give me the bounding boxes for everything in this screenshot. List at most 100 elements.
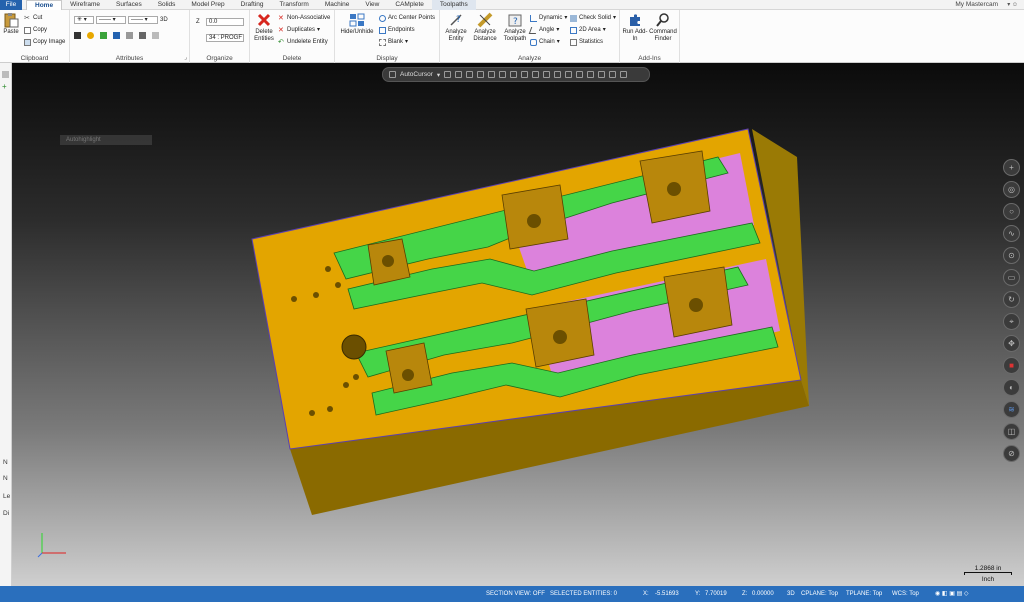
status-view-icons[interactable]: ◉ ◧ ▣ ▤ ◇ xyxy=(935,586,969,602)
quick-tool-clear-icon[interactable]: ⊘ xyxy=(1003,445,1020,462)
mode-3d-toggle[interactable]: 3D xyxy=(160,16,168,24)
red-x-icon xyxy=(257,13,271,27)
snap-icon-16[interactable] xyxy=(609,71,617,78)
analyze-entity-button[interactable]: ? Analyze Entity xyxy=(442,12,470,43)
tab-toolpaths[interactable]: Toolpaths xyxy=(431,0,476,10)
quick-tool-measure-icon[interactable]: ⌖ xyxy=(1003,313,1020,330)
autocursor-icon[interactable] xyxy=(389,71,396,78)
endpoints-button[interactable]: Endpoints xyxy=(379,26,415,34)
blank-button[interactable]: Blank ▾ xyxy=(379,38,408,46)
tab-solids[interactable]: Solids xyxy=(150,0,184,10)
tab-wireframe[interactable]: Wireframe xyxy=(62,0,108,10)
quick-tool-pan-icon[interactable]: ✥ xyxy=(1003,335,1020,352)
ribbon-collapse-icon[interactable]: ▾ ☺ xyxy=(1007,1,1018,8)
autocursor-label[interactable]: AutoCursor xyxy=(400,71,433,78)
quick-tool-rotate-icon[interactable]: ↻ xyxy=(1003,291,1020,308)
snap-icon-12[interactable] xyxy=(565,71,573,78)
snap-icon-15[interactable] xyxy=(598,71,606,78)
tab-view[interactable]: View xyxy=(357,0,387,10)
left-tab-levels[interactable]: Le xyxy=(3,493,10,500)
copy-image-button[interactable]: Copy Image xyxy=(24,38,65,46)
arc-center-points-button[interactable]: Arc Center Points xyxy=(379,14,435,22)
solid-color-icon[interactable] xyxy=(100,32,107,39)
run-addin-button[interactable]: Run Add-In xyxy=(622,12,648,43)
snap-icon-10[interactable] xyxy=(543,71,551,78)
surface-color-icon[interactable] xyxy=(87,32,94,39)
check-solid-button[interactable]: Check Solid ▾ xyxy=(570,14,616,22)
set-all-icon[interactable] xyxy=(139,32,146,39)
line-style-select[interactable]: —— ▾ xyxy=(96,16,126,24)
point-style-select[interactable]: ✳ ▾ xyxy=(74,16,94,24)
level-select[interactable]: 34 : PROGF xyxy=(206,34,244,42)
z-depth-input[interactable]: 0.0 xyxy=(206,18,244,26)
tab-drafting[interactable]: Drafting xyxy=(233,0,272,10)
quick-tool-circle-icon[interactable]: ○ xyxy=(1003,203,1020,220)
cplane-status[interactable]: CPLANE: Top xyxy=(801,586,838,602)
tab-home[interactable]: Home xyxy=(26,0,63,10)
non-associative-button[interactable]: ✕ Non-Associative xyxy=(278,14,330,22)
left-tab-1[interactable]: N xyxy=(3,459,8,466)
tab-surfaces[interactable]: Surfaces xyxy=(108,0,150,10)
mode-3d-status[interactable]: 3D xyxy=(787,586,795,602)
snap-icon-9[interactable] xyxy=(532,71,540,78)
graphics-viewport[interactable]: Autohighlight AutoCursor ▾ + ◎ ○ ∿ ⊙ ▭ ↻… xyxy=(12,63,1024,586)
plus-icon[interactable]: + xyxy=(2,83,7,91)
copy-button[interactable]: Copy xyxy=(24,26,47,34)
snap-icon-5[interactable] xyxy=(488,71,496,78)
snap-icon-2[interactable] xyxy=(455,71,463,78)
analyze-distance-button[interactable]: Analyze Distance xyxy=(470,12,500,43)
angle-button[interactable]: Angle ▾ xyxy=(528,26,559,34)
snap-icon-17[interactable] xyxy=(620,71,628,78)
section-view-status[interactable]: SECTION VIEW: OFF xyxy=(486,586,545,602)
snap-icon-3[interactable] xyxy=(466,71,474,78)
quick-tool-solid-icon[interactable]: ■ xyxy=(1003,357,1020,374)
hide-unhide-button[interactable]: Hide/Unhide xyxy=(337,12,377,36)
material-icon[interactable] xyxy=(126,32,133,39)
duplicates-button[interactable]: ✕ Duplicates ▾ xyxy=(278,26,320,34)
analyze-toolpath-button[interactable]: ? Analyze Toolpath xyxy=(500,12,530,43)
quick-tool-shade-icon[interactable]: ◐ xyxy=(1003,379,1020,396)
snap-icon-8[interactable] xyxy=(521,71,529,78)
snap-icon-14[interactable] xyxy=(587,71,595,78)
tab-machine[interactable]: Machine xyxy=(317,0,358,10)
snap-icon-11[interactable] xyxy=(554,71,562,78)
level-color-icon[interactable] xyxy=(113,32,120,39)
snap-icon-4[interactable] xyxy=(477,71,485,78)
wireframe-color-icon[interactable] xyxy=(74,32,81,39)
quick-tool-view-icon[interactable]: ⊙ xyxy=(1003,247,1020,264)
snap-icon-7[interactable] xyxy=(510,71,518,78)
left-tab-2[interactable]: N xyxy=(3,475,8,482)
chain-button[interactable]: Chain ▾ xyxy=(530,38,560,46)
pin-icon[interactable] xyxy=(2,71,9,78)
tab-camplete[interactable]: CAMplete xyxy=(387,0,432,10)
cad-model[interactable] xyxy=(12,63,1024,586)
line-width-select[interactable]: —— ▾ xyxy=(128,16,158,24)
delete-entities-button[interactable]: Delete Entities xyxy=(252,12,276,43)
wcs-status[interactable]: WCS: Top xyxy=(892,586,919,602)
clear-colors-icon[interactable] xyxy=(152,32,159,39)
group-display: Hide/Unhide Arc Center Points Endpoints … xyxy=(335,10,440,63)
tab-transform[interactable]: Transform xyxy=(271,0,316,10)
left-tab-display[interactable]: Di xyxy=(3,510,9,517)
tab-file[interactable]: File xyxy=(0,0,22,10)
snap-icon-1[interactable] xyxy=(444,71,452,78)
chevron-down-icon[interactable]: ▾ xyxy=(437,71,440,79)
snap-icon-6[interactable] xyxy=(499,71,507,78)
command-finder-button[interactable]: Command Finder xyxy=(648,12,678,43)
statistics-button[interactable]: Statistics xyxy=(570,38,603,46)
quick-tool-arc-icon[interactable]: ∿ xyxy=(1003,225,1020,242)
my-mastercam-link[interactable]: My Mastercam xyxy=(955,0,998,10)
tab-model-prep[interactable]: Model Prep xyxy=(183,0,232,10)
snap-icon-13[interactable] xyxy=(576,71,584,78)
paste-button[interactable]: Paste xyxy=(2,12,20,36)
quick-tool-fit-icon[interactable]: ◫ xyxy=(1003,423,1020,440)
cut-button[interactable]: ✂ Cut xyxy=(24,14,42,22)
undelete-entity-button[interactable]: ↶ Undelete Entity xyxy=(278,38,328,46)
tplane-status[interactable]: TPLANE: Top xyxy=(846,586,882,602)
quick-tool-frame-icon[interactable]: ▭ xyxy=(1003,269,1020,286)
quick-tool-zoom-icon[interactable]: ◎ xyxy=(1003,181,1020,198)
quick-tool-plus-icon[interactable]: + xyxy=(1003,159,1020,176)
area-2d-button[interactable]: 2D Area ▾ xyxy=(570,26,606,34)
quick-tool-layers-icon[interactable]: ≋ xyxy=(1003,401,1020,418)
dynamic-button[interactable]: Dynamic ▾ xyxy=(530,14,567,22)
